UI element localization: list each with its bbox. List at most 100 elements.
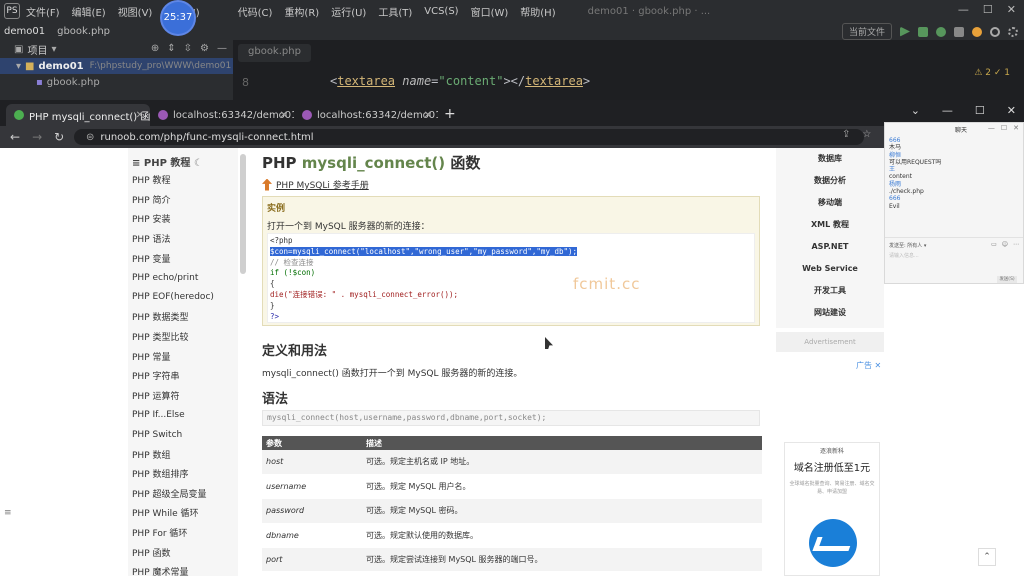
editor-tab[interactable]: gbook.php (238, 44, 311, 62)
menu-help[interactable]: 帮助(H) (520, 4, 555, 19)
category-link[interactable]: 网站建设 (776, 302, 884, 324)
run-icon[interactable] (900, 26, 910, 37)
search-icon[interactable] (990, 26, 1000, 37)
file-breadcrumb[interactable]: gbook.php (57, 26, 110, 37)
sidenav-item[interactable]: PHP 教程 (128, 170, 238, 190)
sidenav-item[interactable]: PHP While 循环 (128, 503, 238, 523)
sidenav-item[interactable]: PHP 运算符 (128, 386, 238, 406)
moon-icon[interactable]: ☾ (194, 158, 203, 169)
stop-icon[interactable] (954, 26, 964, 37)
sidenav-item[interactable]: PHP 语法 (128, 229, 238, 249)
scroll-left-icon[interactable]: ≡ (4, 508, 12, 518)
maximize-icon[interactable]: ☐ (975, 104, 985, 117)
share-icon[interactable]: ⇪ (842, 129, 850, 140)
project-breadcrumb[interactable]: demo01 (4, 26, 45, 37)
close-icon[interactable]: ✕ (280, 110, 288, 121)
menu-window[interactable]: 窗口(W) (471, 4, 509, 19)
sidenav-item[interactable]: PHP If...Else (128, 405, 238, 425)
category-link[interactable]: ASP.NET (776, 236, 884, 258)
menu-tools[interactable]: 工具(T) (378, 4, 412, 19)
close-icon[interactable]: ✕ (424, 110, 432, 121)
minimize-icon[interactable]: — (958, 3, 969, 16)
sidenav-item[interactable]: PHP 数据类型 (128, 307, 238, 327)
forward-icon[interactable]: → (32, 130, 42, 144)
sidenav-item[interactable]: PHP 变量 (128, 248, 238, 268)
settings-icon[interactable] (1008, 26, 1018, 37)
back-icon[interactable]: ← (10, 130, 20, 144)
menu-refactor[interactable]: 重构(R) (284, 4, 319, 19)
code-editor[interactable]: gbook.php 8 <textarea name="content"></t… (234, 40, 1024, 100)
example-code[interactable]: <?php $con=mysqli_connect("localhost","w… (267, 233, 755, 323)
maximize-icon[interactable]: ☐ (983, 3, 993, 16)
reference-link[interactable]: PHP MySQLi 参考手册 (262, 178, 369, 191)
minimize-icon[interactable]: — (988, 124, 995, 132)
more-icon[interactable]: ⋯ (1013, 241, 1019, 248)
menu-run[interactable]: 运行(U) (331, 4, 366, 19)
sidenav-item[interactable]: PHP For 循环 (128, 523, 238, 543)
sidenav-item[interactable]: PHP 超级全局变量 (128, 484, 238, 504)
menu-vcs[interactable]: VCS(S) (424, 6, 458, 17)
close-icon[interactable]: ✕ (1007, 3, 1016, 16)
sidenav-item[interactable]: PHP EOF(heredoc) (128, 288, 238, 308)
close-icon[interactable]: ✕ (1013, 124, 1019, 132)
menu-file[interactable]: 文件(F) (26, 4, 60, 19)
sidenav-item[interactable]: PHP 数组 (128, 444, 238, 464)
ad-card[interactable]: 逐浪新科 域名注册低至1元 全球域名批量查询、简易注册、域名交易、申请加盟 (784, 442, 880, 576)
sidenav-item[interactable]: PHP 安装 (128, 209, 238, 229)
sidenav-item[interactable]: PHP 字符串 (128, 366, 238, 386)
gear-icon[interactable]: ⚙ (200, 43, 209, 54)
menu-code[interactable]: 代码(C) (238, 4, 273, 19)
browser-tab-3[interactable]: localhost:63342/demo01/gbo... ✕ (294, 104, 438, 126)
sidenav-item[interactable]: PHP 常量 (128, 346, 238, 366)
coverage-icon[interactable] (936, 26, 946, 37)
send-button[interactable]: 发送(S) (997, 276, 1017, 283)
ad-close-button[interactable]: 广告 ✕ (856, 360, 881, 371)
sidenav-item[interactable]: PHP 魔术常量 (128, 562, 238, 576)
category-link[interactable]: Web Service (776, 258, 884, 280)
category-link[interactable]: 开发工具 (776, 280, 884, 302)
chevron-down-icon[interactable]: ⌄ (911, 104, 920, 117)
category-link[interactable]: 数据库 (776, 148, 884, 170)
bookmark-star-icon[interactable]: ☆ (862, 129, 871, 140)
site-info-icon[interactable]: ⊜ (86, 132, 94, 143)
chrome-icon[interactable] (972, 26, 982, 37)
inspection-status[interactable]: ⚠ 2 ✓ 1 (974, 68, 1010, 78)
sidenav-scrollbar[interactable] (240, 154, 246, 274)
sidenav-item[interactable]: PHP echo/print (128, 268, 238, 288)
project-panel-title[interactable]: 项目 (27, 42, 47, 57)
run-config-select[interactable]: 当前文件 (841, 23, 892, 40)
browser-tab-2[interactable]: localhost:63342/demo01/gbo... ✕ (150, 104, 294, 126)
address-bar[interactable]: ⊜ runoob.com/php/func-mysqli-connect.htm… (74, 129, 864, 145)
expand-icon[interactable]: ⇕ (167, 43, 175, 54)
chevron-down-icon[interactable]: ▾ (51, 44, 56, 55)
category-link[interactable]: XML 教程 (776, 214, 884, 236)
reload-icon[interactable]: ↻ (54, 130, 64, 144)
debug-icon[interactable] (918, 26, 928, 37)
category-link[interactable]: 数据分析 (776, 170, 884, 192)
back-to-top-button[interactable]: ⌃ (978, 548, 996, 566)
collapse-icon[interactable]: ⇳ (184, 43, 192, 54)
file-icon[interactable]: ▭ (991, 241, 997, 248)
sidenav-item[interactable]: PHP 数组排序 (128, 464, 238, 484)
new-tab-icon[interactable]: + (444, 106, 456, 122)
menu-edit[interactable]: 编辑(E) (72, 4, 106, 19)
sidenav-item[interactable]: PHP 简介 (128, 190, 238, 210)
sidenav-item[interactable]: PHP 函数 (128, 542, 238, 562)
category-link[interactable]: 移动端 (776, 192, 884, 214)
close-icon[interactable]: ✕ (1007, 104, 1016, 117)
locate-icon[interactable]: ⊕ (151, 43, 159, 54)
hide-icon[interactable]: — (217, 43, 227, 54)
sidenav-item[interactable]: PHP 类型比较 (128, 327, 238, 347)
chat-recipient-select[interactable]: 发送至: 所有人 ▾ (889, 242, 926, 249)
sidenav-item[interactable]: PHP Switch (128, 425, 238, 445)
syntax-code[interactable]: mysqli_connect(host,username,password,db… (262, 410, 760, 426)
emoji-icon[interactable]: ☺ (1002, 241, 1008, 248)
maximize-icon[interactable]: ☐ (1001, 124, 1007, 132)
chat-input[interactable]: 请输入信息... (889, 252, 919, 259)
close-icon[interactable]: ✕ (136, 110, 144, 121)
tree-item-gbook[interactable]: ▪ gbook.php (0, 74, 233, 90)
minimize-icon[interactable]: — (942, 104, 953, 117)
browser-tab-1[interactable]: PHP mysqli_connect() 函数 | 菜鸟 ✕ (6, 104, 150, 126)
code-line[interactable]: <textarea name="content"></textarea> (330, 74, 590, 88)
tree-item-demo01[interactable]: ▾ ■ demo01 F:\phpstudy_pro\WWW\demo01 (0, 58, 233, 74)
